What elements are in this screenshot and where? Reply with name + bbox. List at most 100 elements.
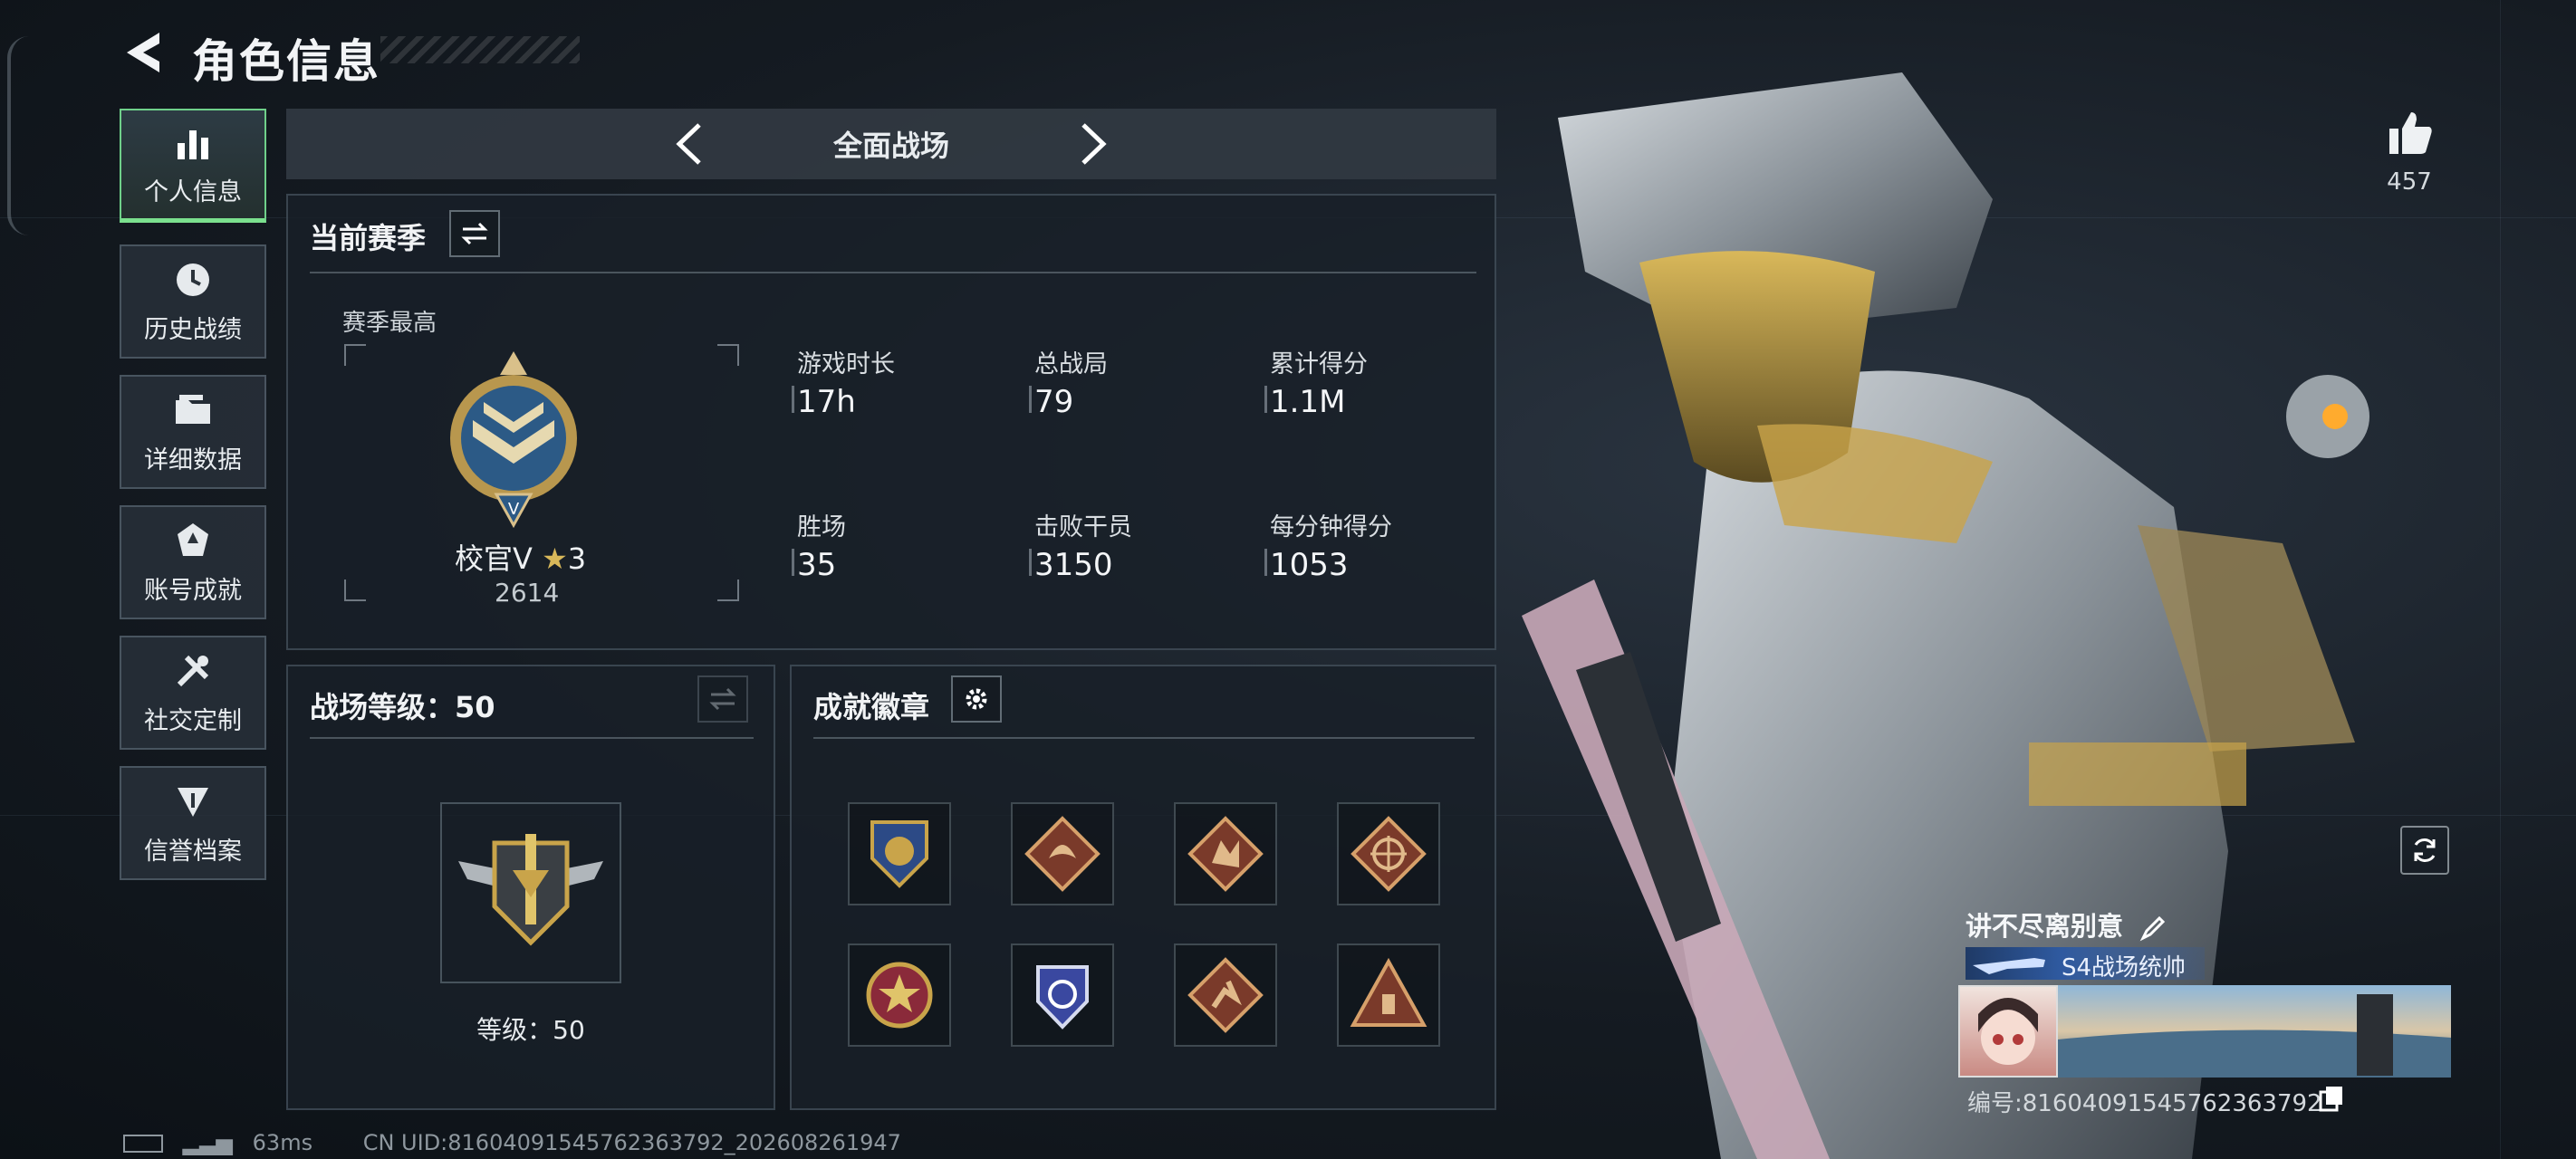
badge-slot[interactable] — [1337, 943, 1440, 1047]
refresh-icon — [2414, 838, 2436, 862]
edit-pencil-icon[interactable] — [2139, 915, 2167, 942]
folder-icon — [176, 394, 210, 424]
frame-corner — [344, 580, 366, 601]
stat-tick — [792, 386, 794, 413]
next-mode-arrow-icon[interactable] — [1067, 120, 1116, 168]
rank-name-text: 校官V — [455, 541, 533, 576]
divider — [310, 737, 754, 739]
weapon-icon — [1973, 958, 2045, 974]
signal-icon: ▂▃▅ — [182, 1130, 234, 1155]
page-title: 角色信息 — [192, 35, 380, 88]
profile-banner[interactable] — [2058, 985, 2451, 1078]
badge-slot[interactable] — [848, 943, 951, 1047]
triangle-emblem-icon — [1350, 957, 1427, 1027]
divider — [310, 272, 1476, 273]
gear-icon — [966, 688, 987, 710]
frame-corner — [344, 344, 366, 366]
runner-emblem-icon — [1187, 957, 1264, 1033]
star-icon: ★ — [542, 541, 568, 576]
sidebar-item-label: 社交定制 — [144, 706, 242, 735]
sidebar-item-label: 个人信息 — [144, 178, 242, 206]
stat-value-total-matches: 79 — [1034, 384, 1074, 420]
season-best-label: 赛季最高 — [342, 310, 437, 337]
season-switch-button[interactable] — [449, 210, 500, 257]
sidebar-item-label: 详细数据 — [144, 445, 242, 474]
back-arrow-icon[interactable] — [118, 27, 172, 78]
guard-shield-icon — [1036, 965, 1089, 1030]
stat-label-wins: 胜场 — [797, 513, 846, 541]
edge-decoration — [7, 36, 29, 235]
rank-emblem-icon: V — [450, 351, 577, 529]
stat-value-kills: 3150 — [1034, 547, 1113, 583]
refresh-button[interactable] — [2400, 826, 2449, 875]
stat-tick — [1264, 386, 1267, 413]
badge-slot[interactable] — [848, 802, 951, 905]
shield-medal-icon — [870, 820, 928, 888]
stat-label-total-matches: 总战局 — [1034, 350, 1108, 378]
dragon-emblem-icon — [1024, 816, 1101, 892]
player-id: 编号:8160409154576236379​2 — [1967, 1090, 2322, 1117]
battle-level-title: 战场等级：50 — [310, 690, 495, 724]
badge-slot[interactable] — [1174, 943, 1277, 1047]
sidebar-item-label: 信誉档案 — [144, 837, 242, 866]
level-switch-button[interactable] — [697, 675, 748, 723]
badge-settings-button[interactable] — [951, 675, 1002, 723]
player-name-text: 讲不尽离别意 — [1966, 911, 2124, 942]
ping-text: 63ms — [252, 1130, 313, 1155]
stat-value-playtime: 17h — [797, 384, 856, 420]
reputation-icon — [178, 787, 208, 817]
copy-icon[interactable] — [2319, 1085, 2344, 1112]
clock-icon — [177, 263, 209, 296]
bar-chart-icon — [178, 130, 208, 159]
stat-tick — [792, 549, 794, 576]
stat-value-score-per-minute: 1053 — [1270, 547, 1349, 583]
level-emblem-frame — [440, 802, 621, 983]
rank-score: 2614 — [495, 578, 560, 608]
bg-grid-line — [2500, 0, 2501, 1159]
season-title: 当前赛季 — [310, 221, 427, 255]
svg-text:V: V — [508, 500, 520, 519]
sidebar-item-label: 账号成就 — [144, 576, 242, 605]
sidebar-item-history[interactable]: 历史战绩 — [120, 244, 266, 359]
badge-slot[interactable] — [1011, 943, 1114, 1047]
thumbs-up-icon[interactable] — [2384, 107, 2435, 158]
mode-selector: 全面战场 — [286, 109, 1496, 179]
sidebar-item-social[interactable]: 社交定制 — [120, 636, 266, 750]
status-footer: ▂▃▅ 63ms CN UID:8160409154576236379​2_20… — [123, 1130, 901, 1155]
sidebar-item-personal-info[interactable]: 个人信息 — [120, 109, 266, 223]
wolf-emblem-icon — [1187, 816, 1264, 892]
avatar[interactable] — [1958, 985, 2058, 1078]
achievement-icon — [178, 522, 208, 556]
title-tag-text: S4战场统帅 — [2062, 954, 2187, 982]
stat-tick — [1029, 386, 1032, 413]
level-emblem-icon — [458, 834, 603, 946]
badge-slot[interactable] — [1174, 802, 1277, 905]
stat-tick — [1264, 549, 1267, 576]
frame-corner — [717, 580, 739, 601]
sidebar-item-achievements[interactable]: 账号成就 — [120, 505, 266, 619]
battle-level-panel: 战场等级：50 等级：50 — [286, 665, 775, 1110]
badge-slot[interactable] — [1011, 802, 1114, 905]
achievement-badges-panel: 成就徽章 — [790, 665, 1496, 1110]
tools-icon — [177, 655, 209, 686]
rank-name: 校官V ★3 — [455, 536, 586, 578]
star-medal-icon — [866, 962, 933, 1029]
sidebar-item-reputation[interactable]: 信誉档案 — [120, 766, 266, 880]
swap-icon — [461, 222, 488, 245]
stat-tick — [1029, 549, 1032, 576]
wheel-emblem-icon — [1350, 816, 1427, 892]
stat-label-total-score: 累计得分 — [1270, 350, 1368, 378]
divider — [813, 737, 1475, 739]
badge-slot[interactable] — [1337, 802, 1440, 905]
level-text: 等级：50 — [476, 1015, 585, 1045]
uid-text: CN UID:8160409154576236379​2_20260826194… — [362, 1130, 901, 1155]
stat-label-kills: 击败干员 — [1034, 513, 1132, 541]
frame-corner — [717, 344, 739, 366]
title-decoration — [380, 36, 580, 63]
season-panel: 当前赛季 赛季最高 V 校官V ★3 2614 游戏时长 17h 总战局 79 … — [286, 194, 1496, 650]
battery-icon — [123, 1135, 163, 1153]
swap-icon — [709, 687, 736, 711]
avatar-portrait-icon — [1978, 998, 2038, 1065]
stat-label-playtime: 游戏时长 — [797, 350, 895, 378]
sidebar-item-detailed-data[interactable]: 详细数据 — [120, 375, 266, 489]
